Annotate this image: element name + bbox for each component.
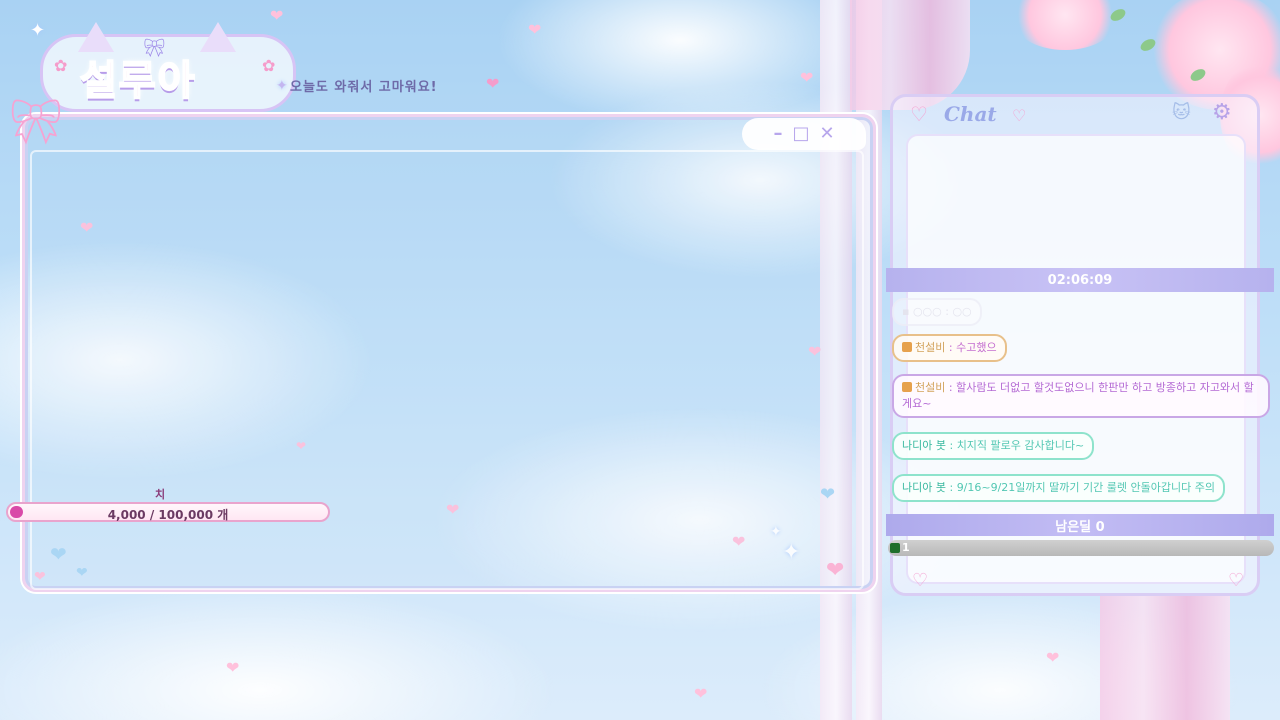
- chat-separator: :: [945, 439, 957, 452]
- chat-text: 수고했으: [956, 341, 997, 354]
- heart-icon: ❤: [1046, 648, 1060, 667]
- greeting-text: 오늘도 와줘서 고마워요!: [290, 80, 438, 95]
- chat-text: 치지직 팔로우 감사합니다~: [956, 439, 1085, 452]
- user-count-icon: [890, 543, 900, 553]
- chat-sender: 천설비: [915, 341, 946, 354]
- chat-separator: :: [945, 341, 957, 354]
- heart-icon: ♡: [910, 102, 928, 126]
- minimize-icon[interactable]: –: [773, 125, 782, 143]
- paw-icon: ✿: [262, 56, 276, 75]
- heart-icon: ❤: [528, 20, 542, 39]
- chat-sender: 나디아 봇: [902, 481, 946, 494]
- chat-separator: :: [945, 381, 957, 394]
- chat-header: ♡ Chat ♡ 🐱︎ ⚙: [910, 100, 1240, 130]
- heart-icon: ❤: [486, 74, 500, 93]
- cat-icon[interactable]: 🐱︎: [1172, 102, 1191, 123]
- sparkle-icon: ✦: [276, 78, 288, 94]
- remaining-deal-track: [888, 540, 1274, 556]
- close-icon[interactable]: ✕: [819, 125, 834, 143]
- subscriber-badge-icon: [902, 342, 912, 352]
- heart-icon: ❤: [226, 658, 240, 677]
- chat-message: ▪ ○○○ : ○○: [892, 298, 982, 326]
- chat-message: 나디아 봇 : 치지직 팔로우 감사합니다~: [892, 432, 1095, 460]
- heart-icon: ♡: [1012, 106, 1027, 125]
- heart-icon: ♡: [912, 570, 929, 591]
- cat-ear-right: [200, 22, 236, 52]
- curtain-bottom-right: [1100, 596, 1230, 720]
- maximize-icon[interactable]: □: [792, 125, 809, 143]
- paw-icon: ✿: [54, 56, 68, 75]
- chat-text: 9/16~9/21일까지 딸까기 기간 룰렛 안돌아갑니다 주의: [956, 481, 1215, 494]
- cheese-progress-bar: 4,000 / 100,000 개: [6, 502, 330, 522]
- chat-message: 천설비 : 할사람도 더없고 할것도없으니 한판만 하고 방종하고 자고와서 할…: [892, 374, 1270, 418]
- bow-icon: 🎀︎: [8, 97, 64, 148]
- heart-icon: ♡: [1228, 570, 1245, 591]
- logo-title: 설루아: [79, 57, 197, 105]
- stream-timer: 02:06:09: [886, 268, 1274, 292]
- cheese-progress-text: 4,000 / 100,000 개: [107, 508, 229, 522]
- chat-title: Chat: [944, 102, 997, 126]
- chat-separator: :: [945, 481, 957, 494]
- heart-icon: ❤: [800, 68, 814, 87]
- channel-logo: ✿ ✿ 🎀︎ 설루아: [40, 22, 296, 112]
- chat-sender: 천설비: [915, 381, 946, 394]
- chat-sender: 나디아 봇: [902, 439, 946, 452]
- heart-icon: ❤: [694, 684, 708, 703]
- gear-icon[interactable]: ⚙: [1212, 100, 1232, 125]
- window-controls: – □ ✕: [742, 118, 866, 150]
- subscriber-badge-icon: [902, 382, 912, 392]
- remaining-deal-bar: 남은딜 0: [886, 514, 1274, 536]
- cherry-blossom: [1010, 0, 1120, 50]
- chat-message: 천설비 : 수고했으: [892, 334, 1007, 362]
- chat-message: 나디아 봇 : 9/16~9/21일까지 딸까기 기간 룰렛 안돌아갑니다 주의: [892, 474, 1225, 502]
- stream-area: [30, 150, 864, 590]
- remaining-deal-count: 1: [902, 541, 910, 554]
